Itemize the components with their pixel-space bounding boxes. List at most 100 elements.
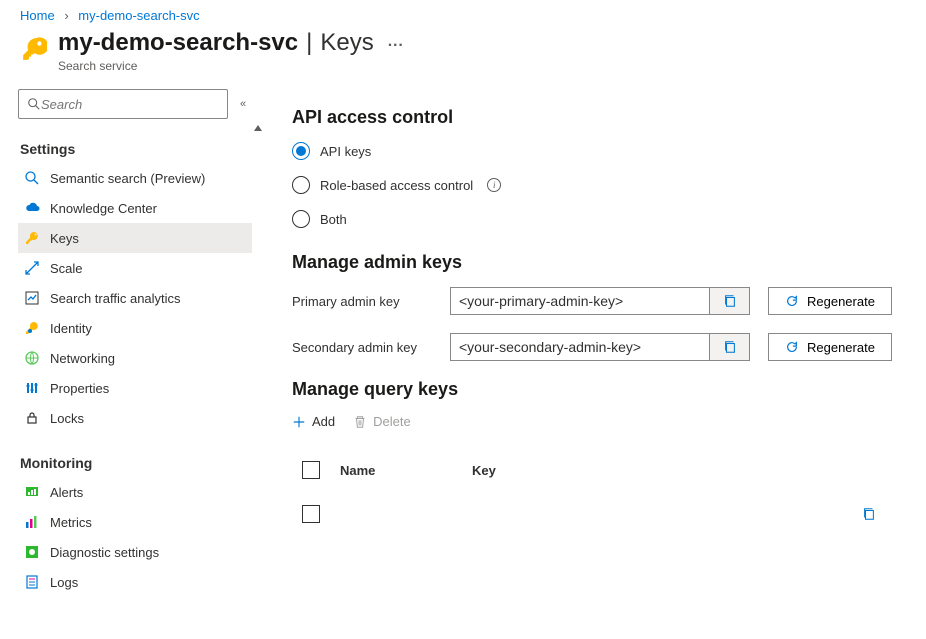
sidebar-item-properties[interactable]: Properties bbox=[18, 373, 252, 403]
lock-icon bbox=[24, 410, 40, 426]
page-title: my-demo-search-svc | Keys ··· bbox=[58, 29, 404, 57]
refresh-icon bbox=[785, 340, 799, 354]
sidebar-item-label: Networking bbox=[50, 351, 115, 366]
more-icon[interactable]: ··· bbox=[388, 37, 404, 55]
column-key[interactable]: Key bbox=[464, 451, 852, 489]
query-keys-heading: Manage query keys bbox=[292, 379, 896, 400]
info-icon[interactable]: i bbox=[487, 178, 501, 192]
sidebar-item-label: Search traffic analytics bbox=[50, 291, 181, 306]
api-access-heading: API access control bbox=[292, 107, 896, 128]
logs-icon bbox=[24, 574, 40, 590]
metrics-icon bbox=[24, 514, 40, 530]
radio-role-based-access-control[interactable]: Role-based access control i bbox=[292, 176, 896, 194]
query-keys-table: Name Key bbox=[292, 449, 896, 539]
copy-query-key-button[interactable] bbox=[862, 507, 886, 521]
scroll-up-icon[interactable] bbox=[252, 125, 262, 597]
identity-icon bbox=[24, 320, 40, 336]
refresh-icon bbox=[785, 294, 799, 308]
secondary-key-label: Secondary admin key bbox=[292, 340, 432, 355]
copy-primary-key-button[interactable] bbox=[709, 288, 749, 314]
copy-secondary-key-button[interactable] bbox=[709, 334, 749, 360]
sidebar-item-identity[interactable]: Identity bbox=[18, 313, 252, 343]
column-name[interactable]: Name bbox=[332, 451, 462, 489]
resource-name: my-demo-search-svc bbox=[58, 29, 298, 57]
sidebar-item-metrics[interactable]: Metrics bbox=[18, 507, 252, 537]
query-keys-toolbar: Add Delete bbox=[292, 414, 896, 429]
sidebar-item-knowledge[interactable]: Knowledge Center bbox=[18, 193, 252, 223]
primary-key-field[interactable]: <your-primary-admin-key> bbox=[450, 287, 750, 315]
primary-key-value: <your-primary-admin-key> bbox=[451, 288, 709, 314]
sidebar-item-label: Keys bbox=[50, 231, 79, 246]
radio-icon bbox=[292, 142, 310, 160]
radio-api-keys[interactable]: API keys bbox=[292, 142, 896, 160]
sidebar-item-label: Logs bbox=[50, 575, 78, 590]
radio-icon bbox=[292, 210, 310, 228]
radio-label: Role-based access control bbox=[320, 178, 473, 193]
search-icon bbox=[27, 97, 41, 111]
sidebar-item-keys[interactable]: Keys bbox=[18, 223, 252, 253]
row-checkbox[interactable] bbox=[302, 505, 320, 523]
sidebar-item-scale[interactable]: Scale bbox=[18, 253, 252, 283]
sidebar-item-label: Scale bbox=[50, 261, 83, 276]
plus-icon bbox=[292, 415, 306, 429]
sidebar-group-label: Settings bbox=[20, 141, 252, 157]
select-all-checkbox[interactable] bbox=[302, 461, 320, 479]
primary-key-row: Primary admin key <your-primary-admin-ke… bbox=[292, 287, 896, 315]
add-query-key-button[interactable]: Add bbox=[292, 414, 335, 429]
breadcrumb-home[interactable]: Home bbox=[20, 8, 55, 23]
props-icon bbox=[24, 380, 40, 396]
radio-icon bbox=[292, 176, 310, 194]
search-input[interactable] bbox=[41, 97, 219, 112]
page-section: Keys bbox=[320, 29, 373, 57]
query-key-row[interactable] bbox=[294, 491, 894, 537]
radio-both[interactable]: Both bbox=[292, 210, 896, 228]
primary-key-label: Primary admin key bbox=[292, 294, 432, 309]
sidebar-item-label: Diagnostic settings bbox=[50, 545, 159, 560]
sidebar-item-logs[interactable]: Logs bbox=[18, 567, 252, 597]
sidebar-item-alerts[interactable]: Alerts bbox=[18, 477, 252, 507]
page-header: my-demo-search-svc | Keys ··· Search ser… bbox=[0, 27, 926, 89]
diag-icon bbox=[24, 544, 40, 560]
sidebar-group-label: Monitoring bbox=[20, 455, 252, 471]
secondary-key-field[interactable]: <your-secondary-admin-key> bbox=[450, 333, 750, 361]
resource-type: Search service bbox=[58, 59, 404, 73]
collapse-sidebar-icon[interactable]: « bbox=[236, 98, 250, 110]
breadcrumb: Home › my-demo-search-svc bbox=[0, 0, 926, 27]
search-icon bbox=[24, 170, 40, 186]
sidebar-item-networking[interactable]: Networking bbox=[18, 343, 252, 373]
trash-icon bbox=[353, 415, 367, 429]
regenerate-primary-button[interactable]: Regenerate bbox=[768, 287, 892, 315]
sidebar-item-label: Alerts bbox=[50, 485, 83, 500]
sidebar-item-label: Knowledge Center bbox=[50, 201, 157, 216]
copy-icon bbox=[862, 507, 876, 521]
key-icon bbox=[20, 35, 48, 63]
chart-icon bbox=[24, 290, 40, 306]
admin-keys-heading: Manage admin keys bbox=[292, 252, 896, 273]
scale-icon bbox=[24, 260, 40, 276]
api-access-radio-group: API keys Role-based access control i Both bbox=[292, 142, 896, 228]
alerts-icon bbox=[24, 484, 40, 500]
radio-label: Both bbox=[320, 212, 347, 227]
radio-label: API keys bbox=[320, 144, 371, 159]
sidebar-item-diagnostic[interactable]: Diagnostic settings bbox=[18, 537, 252, 567]
sidebar-search[interactable] bbox=[18, 89, 228, 119]
cloud-icon bbox=[24, 200, 40, 216]
secondary-key-value: <your-secondary-admin-key> bbox=[451, 334, 709, 360]
globe-icon bbox=[24, 350, 40, 366]
delete-query-key-button[interactable]: Delete bbox=[353, 414, 411, 429]
breadcrumb-current[interactable]: my-demo-search-svc bbox=[78, 8, 199, 23]
copy-icon bbox=[723, 294, 737, 308]
copy-icon bbox=[723, 340, 737, 354]
query-key-name bbox=[332, 491, 462, 537]
sidebar-item-semantic[interactable]: Semantic search (Preview) bbox=[18, 163, 252, 193]
key-icon bbox=[24, 230, 40, 246]
sidebar-item-locks[interactable]: Locks bbox=[18, 403, 252, 433]
sidebar-item-label: Identity bbox=[50, 321, 92, 336]
chevron-right-icon: › bbox=[64, 8, 68, 23]
sidebar-item-traffic[interactable]: Search traffic analytics bbox=[18, 283, 252, 313]
regenerate-secondary-button[interactable]: Regenerate bbox=[768, 333, 892, 361]
sidebar-item-label: Locks bbox=[50, 411, 84, 426]
sidebar-item-label: Metrics bbox=[50, 515, 92, 530]
query-key-value bbox=[464, 491, 852, 537]
sidebar: « Settings Semantic search (Preview) Knowl… bbox=[0, 89, 258, 597]
